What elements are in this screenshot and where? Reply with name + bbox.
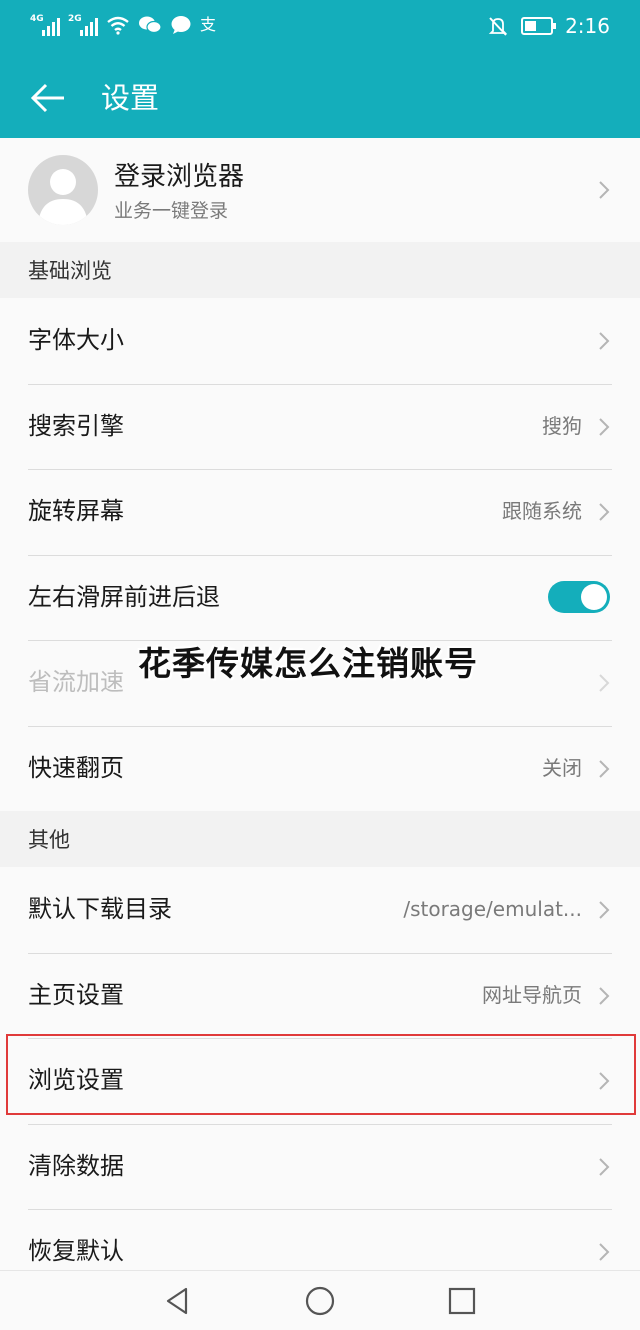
settings-row-font-size[interactable]: 字体大小: [0, 298, 640, 384]
clock: 2:16: [565, 14, 610, 38]
alipay-icon: 支: [200, 15, 217, 34]
settings-row-browsing-settings[interactable]: 浏览设置: [0, 1038, 640, 1124]
login-row[interactable]: 登录浏览器 业务一键登录: [0, 138, 640, 242]
row-label: 默认下载目录: [28, 895, 172, 923]
chevron-right-icon: [599, 1157, 610, 1176]
row-label: 旋转屏幕: [28, 497, 124, 525]
battery-icon: [521, 17, 557, 35]
user-placeholder-icon: [38, 169, 88, 225]
row-label: 清除数据: [28, 1151, 124, 1180]
signal-type-label: 2G: [68, 14, 82, 24]
row-label: 字体大小: [28, 326, 124, 354]
status-bar-left: 4G 2G 支: [30, 14, 216, 36]
wechat-icon: [139, 16, 162, 34]
avatar: [28, 155, 98, 225]
recent-apps-square-icon[interactable]: [446, 1285, 478, 1317]
basic-settings-list: 字体大小 搜索引擎 搜狗 旋转屏幕 跟随系统 左右滑屏前进后退 省流加速 快速翻…: [0, 298, 640, 811]
mute-icon: [488, 17, 508, 36]
chevron-right-icon: [599, 417, 610, 436]
chevron-right-icon: [599, 181, 610, 199]
settings-row-search-engine[interactable]: 搜索引擎 搜狗: [0, 383, 640, 470]
settings-row-quick-page-turn[interactable]: 快速翻页 关闭: [0, 725, 640, 812]
chevron-right-icon: [599, 332, 610, 350]
login-subtitle: 业务一键登录: [114, 200, 229, 222]
back-arrow-icon[interactable]: [28, 78, 68, 118]
row-value: 搜狗: [542, 413, 582, 438]
settings-row-clear-data[interactable]: 清除数据: [0, 1123, 640, 1210]
row-value: 网址导航页: [482, 982, 582, 1007]
chevron-right-icon: [599, 674, 610, 692]
chevron-right-icon: [599, 503, 610, 521]
overlay-caption: 花季传媒怎么注销账号: [138, 644, 478, 683]
status-bar: 4G 2G 支 2:16: [0, 0, 640, 56]
settings-row-download-directory[interactable]: 默认下载目录 /storage/emulat...: [0, 867, 640, 953]
row-value: 关闭: [542, 755, 582, 780]
swipe-navigation-toggle[interactable]: [548, 580, 610, 613]
home-circle-icon[interactable]: [304, 1285, 336, 1317]
other-settings-list: 默认下载目录 /storage/emulat... 主页设置 网址导航页 浏览设…: [0, 867, 640, 1295]
chevron-right-icon: [599, 986, 610, 1005]
row-label: 快速翻页: [28, 753, 124, 782]
row-value: /storage/emulat...: [403, 897, 582, 921]
page-title: 设置: [101, 81, 160, 115]
wifi-icon: [107, 16, 129, 35]
status-bar-right: 2:16: [487, 14, 610, 38]
app-bar: 设置: [0, 56, 640, 138]
navigation-bar: [0, 1270, 640, 1330]
chevron-right-icon: [599, 759, 610, 778]
back-triangle-icon[interactable]: [162, 1285, 194, 1317]
settings-row-homepage[interactable]: 主页设置 网址导航页: [0, 952, 640, 1039]
row-label: 省流加速: [28, 668, 124, 696]
row-label: 搜索引擎: [28, 411, 124, 440]
settings-row-swipe-navigation: 左右滑屏前进后退: [0, 554, 640, 641]
login-title: 登录浏览器: [114, 162, 245, 192]
signal-type-label: 4G: [30, 14, 44, 24]
toggle-knob: [581, 583, 607, 610]
row-value: 跟随系统: [502, 499, 582, 523]
chevron-right-icon: [599, 1243, 610, 1261]
settings-row-rotate-screen[interactable]: 旋转屏幕 跟随系统: [0, 469, 640, 555]
row-label: 左右滑屏前进后退: [28, 582, 220, 611]
signal-icon: 2G: [68, 14, 98, 36]
chevron-right-icon: [599, 1072, 610, 1090]
signal-icon: 4G: [30, 14, 60, 36]
section-header-other: 其他: [0, 811, 640, 867]
row-label: 浏览设置: [28, 1066, 124, 1094]
section-header-basic: 基础浏览: [0, 242, 640, 298]
row-label: 主页设置: [28, 980, 124, 1009]
message-icon: [171, 16, 191, 34]
chevron-right-icon: [599, 901, 610, 919]
